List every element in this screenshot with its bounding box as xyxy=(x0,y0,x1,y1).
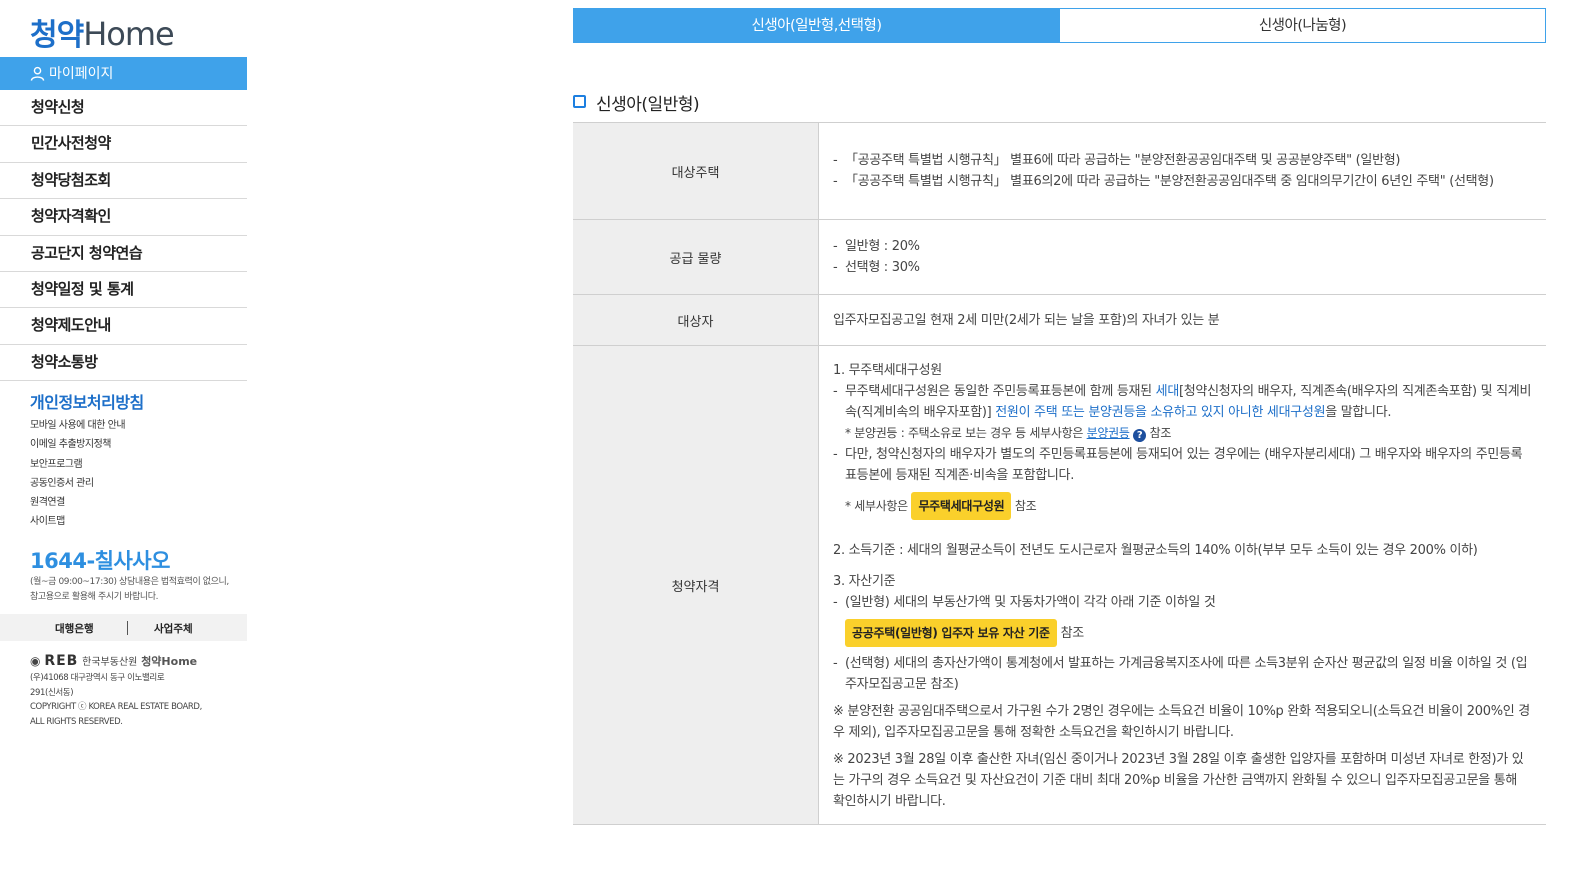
footer-address-line1: (우)41068 대구광역시 동구 이노밸리로 xyxy=(30,673,165,683)
partner-divider xyxy=(127,621,128,635)
menu-item-communication[interactable]: 청약소통방 xyxy=(0,345,247,382)
user-icon xyxy=(30,66,45,81)
table-row-target: 대상자 입주자모집공고일 현재 2세 미만(2세가 되는 날을 포함)의 자녀가… xyxy=(573,294,1546,346)
reb-logo-icon: ◉ xyxy=(30,654,41,668)
tab-newborn-sharing[interactable]: 신생아(나눔형) xyxy=(1060,8,1546,43)
section-title: 신생아(일반형) xyxy=(573,90,700,115)
tab-newborn-general[interactable]: 신생아(일반형,선택형) xyxy=(573,8,1060,43)
logo-en-text: Home xyxy=(83,15,174,53)
privacy-policy-link[interactable]: 개인정보처리방침 xyxy=(30,389,144,413)
presale-rights-link[interactable]: 분양권등 xyxy=(1087,426,1130,440)
mypage-button[interactable]: 마이페이지 xyxy=(0,57,247,90)
tab-bar: 신생아(일반형,선택형) 신생아(나눔형) xyxy=(573,8,1546,43)
supply-line2: 선택형 : 30% xyxy=(833,257,1532,278)
logo-ko-text: 청약 xyxy=(30,18,84,53)
table-row-target-housing: 대상주택 「공공주택 특별법 시행규칙」 별표6에 따라 공급하는 "분양전환공… xyxy=(573,122,1546,220)
qual-note1: ※ 분양전환 공공임대주택으로서 가구원 수가 2명인 경우에는 소득요건 비율… xyxy=(833,704,1530,740)
menu-item-winner-check[interactable]: 청약당첨조회 xyxy=(0,163,247,200)
footer-copyright-line1: COPYRIGHT ⓒ KOREA REAL ESTATE BOARD, xyxy=(30,702,202,712)
menu-item-eligibility[interactable]: 청약자격확인 xyxy=(0,199,247,236)
qual-s1-title: 1. 무주택세대구성원 xyxy=(833,363,942,378)
qual-s1-detail-text: * 세부사항은 xyxy=(845,499,908,513)
footer-address-line2: 291(신서동) xyxy=(30,687,74,698)
table-row-supply: 공급 물량 일반형 : 20% 선택형 : 30% xyxy=(573,219,1546,295)
footer-reb: REB xyxy=(44,653,79,669)
sublink-security[interactable]: 보안프로그램 xyxy=(30,455,125,474)
sublink-sitemap[interactable]: 사이트맵 xyxy=(30,512,125,531)
qual-s1-detail: * 세부사항은 무주택세대구성원 참조 xyxy=(833,492,1532,520)
footer-org: 한국부동산원 xyxy=(82,657,138,668)
footer-logo: ◉ REB 한국부동산원 청약Home xyxy=(30,653,197,669)
qual-s1-a: 무주택세대구성원은 동일한 주민등록표등본에 함께 등재된 세대[청약신청자의 … xyxy=(833,381,1532,423)
qual-note2: ※ 2023년 3월 28일 이후 출산한 자녀(임신 중이거나 2023년 3… xyxy=(833,752,1524,809)
menu-item-private-pre-apply[interactable]: 민간사전청약 xyxy=(0,126,247,163)
qual-s3-title: 3. 자산기준 xyxy=(833,574,896,589)
partner-bar: 대행은행 사업주체 xyxy=(0,614,247,641)
qual-s3-a: (일반형) 세대의 부동산가액 및 자동차가액이 각각 아래 기준 이하일 것 xyxy=(833,592,1532,613)
qual-s2: 2. 소득기준 : 세대의 월평균소득이 전년도 도시근로자 월평균소득의 14… xyxy=(833,543,1478,558)
site-logo[interactable]: 청약Home xyxy=(30,10,175,54)
row-header-qualification: 청약자격 xyxy=(573,345,819,825)
qual-s1-a-text3: 을 말합니다. xyxy=(1325,405,1392,420)
menu-item-apply[interactable]: 청약신청 xyxy=(0,90,247,127)
sublink-remote[interactable]: 원격연결 xyxy=(30,493,125,512)
row-content-supply: 일반형 : 20% 선택형 : 30% xyxy=(818,219,1546,295)
row-content-qualification: 1. 무주택세대구성원 무주택세대구성원은 동일한 주민등록표등본에 함께 등재… xyxy=(818,345,1546,825)
section-title-text: 신생아(일반형) xyxy=(596,95,700,115)
footer-brand: 청약Home xyxy=(141,655,198,668)
call-center-phone: 1644-칠사사오 xyxy=(30,549,170,573)
menu-item-schedule-stats[interactable]: 청약일정 및 통계 xyxy=(0,272,247,309)
call-center-note: (월~금 09:00~17:30) 상담내용은 법적효력이 없으니, 참고용으로… xyxy=(30,577,229,602)
question-icon[interactable]: ? xyxy=(1133,429,1147,442)
row-content-target-housing: 「공공주택 특별법 시행규칙」 별표6에 따라 공급하는 "분양전환공공임대주택… xyxy=(818,122,1546,220)
qual-s3-asset-ref: 참조 xyxy=(1060,626,1085,641)
mypage-label: 마이페이지 xyxy=(49,66,114,82)
row-header-supply: 공급 물량 xyxy=(573,219,819,295)
qual-s1-note-ref: 참조 xyxy=(1146,426,1172,440)
qual-s1-b: 다만, 청약신청자의 배우자가 별도의 주민등록표등본에 등재되어 있는 경우에… xyxy=(833,444,1532,486)
main-menu: 청약신청 민간사전청약 청약당첨조회 청약자격확인 공고단지 청약연습 청약일정… xyxy=(0,90,247,382)
qual-s3-b: (선택형) 세대의 총자산가액이 통계청에서 발표하는 가계금융복지조사에 따른… xyxy=(833,653,1532,695)
section-square-icon xyxy=(573,95,586,108)
footer-address: (우)41068 대구광역시 동구 이노밸리로 291(신서동) COPYRIG… xyxy=(30,671,230,729)
row-content-target: 입주자모집공고일 현재 2세 미만(2세가 되는 날을 포함)의 자녀가 있는 … xyxy=(818,294,1546,346)
sublink-mobile[interactable]: 모바일 사용에 대한 안내 xyxy=(30,416,126,435)
table-row-qualification: 청약자격 1. 무주택세대구성원 무주택세대구성원은 동일한 주민등록표등본에 … xyxy=(573,345,1546,825)
qual-s1-note-text: * 분양권등 : 주택소유로 보는 경우 등 세부사항은 xyxy=(845,426,1087,440)
sublink-email-policy[interactable]: 이메일 추출방지정책 xyxy=(30,435,125,454)
qual-s1-note: * 분양권등 : 주택소유로 보는 경우 등 세부사항은 분양권등 ? 참조 xyxy=(833,423,1532,444)
menu-item-practice[interactable]: 공고단지 청약연습 xyxy=(0,236,247,272)
homeless-member-button[interactable]: 무주택세대구성원 xyxy=(911,492,1012,520)
qual-s1-a-blue2: 전원이 주택 또는 분양권등을 소유하고 있지 아니한 세대구성원 xyxy=(995,405,1326,420)
sidebar: 청약Home 마이페이지 청약신청 민간사전청약 청약당첨조회 청약자격확인 공… xyxy=(0,0,247,891)
qual-s1-a-text1: 무주택세대구성원은 동일한 주민등록표등본에 함께 등재된 xyxy=(845,384,1156,399)
row-header-target: 대상자 xyxy=(573,294,819,346)
sublink-certificate[interactable]: 공동인증서 관리 xyxy=(30,474,125,493)
supply-line1: 일반형 : 20% xyxy=(833,236,1532,257)
sub-links: 모바일 사용에 대한 안내 이메일 추출방지정책 보안프로그램 공동인증서 관리… xyxy=(30,416,126,532)
qual-s1-a-blue1: 세대 xyxy=(1155,384,1180,399)
partner-biz-link[interactable]: 사업주체 xyxy=(154,621,193,636)
footer-copyright-line2: ALL RIGHTS RESERVED. xyxy=(30,716,123,727)
target-housing-line2: 「공공주택 특별법 시행규칙」 별표6의2에 따라 공급하는 "분양전환공공임대… xyxy=(833,171,1532,192)
qual-s3-asset: 공공주택(일반형) 입주자 보유 자산 기준 참조 xyxy=(833,619,1532,647)
target-housing-line1: 「공공주택 특별법 시행규칙」 별표6에 따라 공급하는 "분양전환공공임대주택… xyxy=(833,150,1532,171)
qual-s1-detail-ref: 참조 xyxy=(1014,499,1037,513)
asset-standard-button[interactable]: 공공주택(일반형) 입주자 보유 자산 기준 xyxy=(845,619,1057,647)
info-table: 대상주택 「공공주택 특별법 시행규칙」 별표6에 따라 공급하는 "분양전환공… xyxy=(573,122,1546,825)
row-header-target-housing: 대상주택 xyxy=(573,122,819,220)
partner-bank-link[interactable]: 대행은행 xyxy=(55,621,94,636)
menu-item-system-guide[interactable]: 청약제도안내 xyxy=(0,308,247,345)
